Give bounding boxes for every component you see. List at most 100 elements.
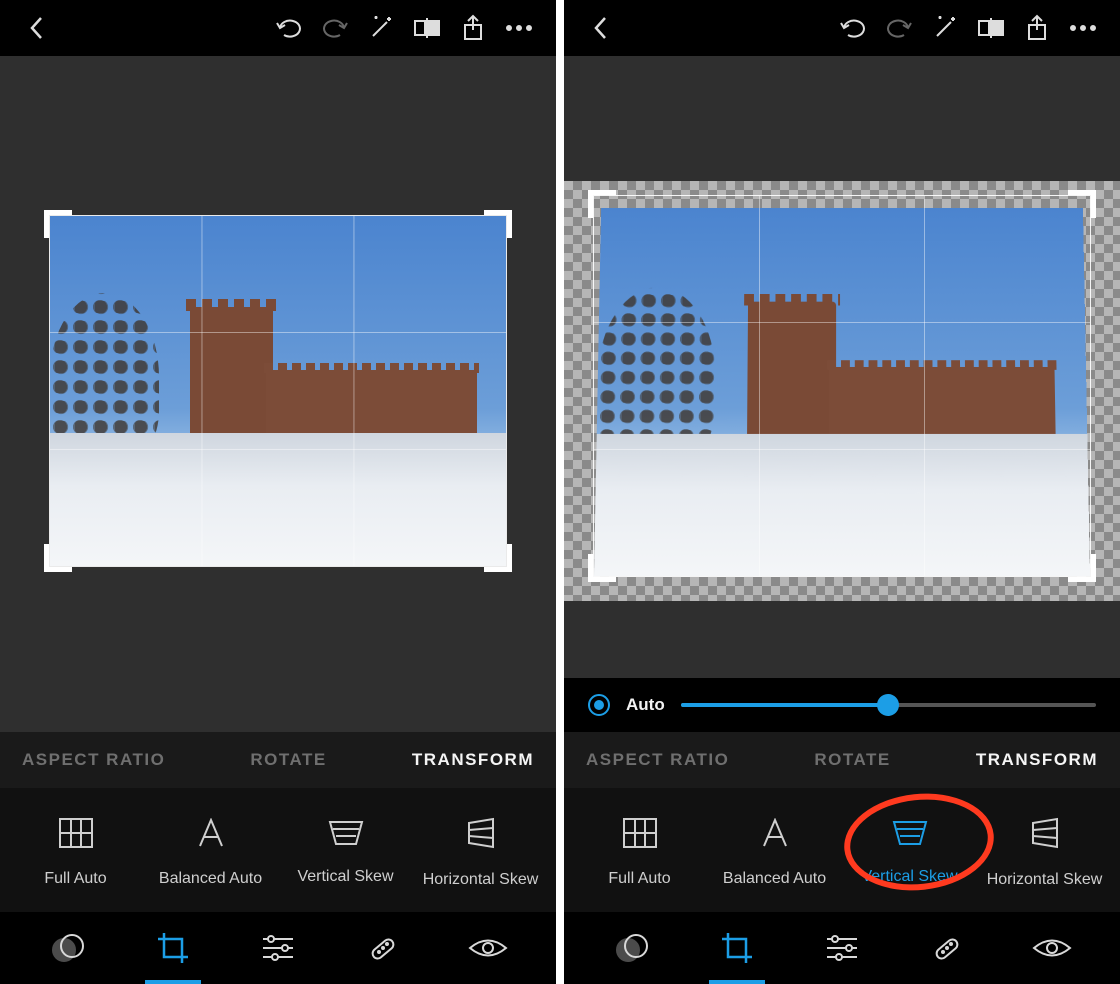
- looks-icon: [615, 933, 649, 963]
- chevron-left-icon: [27, 14, 47, 42]
- option-label: Horizontal Skew: [987, 871, 1103, 889]
- option-label: Full Auto: [44, 870, 106, 888]
- mode-tab-rotate[interactable]: ROTATE: [250, 750, 326, 770]
- redo-button[interactable]: [312, 8, 358, 48]
- undo-button[interactable]: [266, 8, 312, 48]
- chevron-left-icon: [591, 14, 611, 42]
- crop-frame[interactable]: [50, 216, 506, 566]
- option-horizontal-skew[interactable]: Horizontal Skew: [977, 817, 1112, 889]
- back-button[interactable]: [14, 8, 60, 48]
- mode-tab-transform[interactable]: TRANSFORM: [976, 750, 1098, 770]
- grid-icon: [623, 818, 657, 848]
- option-label: Balanced Auto: [159, 870, 262, 888]
- redo-icon: [884, 16, 914, 40]
- canvas-area[interactable]: [564, 56, 1120, 678]
- crop-handle-bottom-left[interactable]: [44, 544, 72, 572]
- horizontal-skew-icon: [467, 817, 495, 849]
- bottom-nav: [564, 912, 1120, 984]
- redo-button[interactable]: [876, 8, 922, 48]
- option-label: Full Auto: [608, 870, 670, 888]
- option-label: Vertical Skew: [861, 868, 957, 886]
- more-button[interactable]: [1060, 8, 1106, 48]
- auto-enhance-button[interactable]: [922, 8, 968, 48]
- nav-looks[interactable]: [36, 920, 100, 976]
- mode-tab-rotate[interactable]: ROTATE: [814, 750, 890, 770]
- top-toolbar: [0, 0, 556, 56]
- auto-enhance-button[interactable]: [358, 8, 404, 48]
- letter-a-icon: [760, 818, 790, 848]
- nav-crop[interactable]: [705, 920, 769, 976]
- slider-label: Auto: [626, 695, 665, 715]
- mode-tab-aspect-ratio[interactable]: ASPECT RATIO: [22, 750, 165, 770]
- crop-handle-top-left[interactable]: [588, 190, 616, 218]
- slider-fill: [681, 703, 889, 707]
- horizontal-skew-icon: [1031, 817, 1059, 849]
- letter-a-icon: [196, 818, 226, 848]
- share-icon: [461, 14, 485, 42]
- photo-preview: [594, 208, 1090, 576]
- nav-heal[interactable]: [351, 920, 415, 976]
- heal-icon: [931, 932, 963, 964]
- crop-handle-top-right[interactable]: [1068, 190, 1096, 218]
- undo-icon: [838, 16, 868, 40]
- nav-adjust[interactable]: [810, 920, 874, 976]
- share-icon: [1025, 14, 1049, 42]
- compare-button[interactable]: [404, 8, 450, 48]
- option-balanced-auto[interactable]: Balanced Auto: [707, 818, 842, 888]
- mode-tabs: ASPECT RATIO ROTATE TRANSFORM: [564, 732, 1120, 788]
- crop-handle-top-right[interactable]: [484, 210, 512, 238]
- sliders-icon: [825, 934, 859, 962]
- auto-radio[interactable]: [588, 694, 610, 716]
- option-vertical-skew[interactable]: Vertical Skew: [278, 820, 413, 886]
- more-button[interactable]: [496, 8, 542, 48]
- option-balanced-auto[interactable]: Balanced Auto: [143, 818, 278, 888]
- eye-icon: [468, 935, 508, 961]
- mode-tab-aspect-ratio[interactable]: ASPECT RATIO: [586, 750, 729, 770]
- magic-wand-icon: [367, 14, 395, 42]
- transform-options: Full Auto Balanced Auto Vertical Skew Ho…: [0, 788, 556, 912]
- redo-icon: [320, 16, 350, 40]
- more-icon: [505, 24, 533, 32]
- option-horizontal-skew[interactable]: Horizontal Skew: [413, 817, 548, 889]
- nav-heal[interactable]: [915, 920, 979, 976]
- share-button[interactable]: [1014, 8, 1060, 48]
- nav-redeye[interactable]: [456, 920, 520, 976]
- mode-tab-transform[interactable]: TRANSFORM: [412, 750, 534, 770]
- photo-preview: [50, 216, 506, 566]
- slider-thumb[interactable]: [877, 694, 899, 716]
- sliders-icon: [261, 934, 295, 962]
- mode-tabs: ASPECT RATIO ROTATE TRANSFORM: [0, 732, 556, 788]
- undo-button[interactable]: [830, 8, 876, 48]
- nav-redeye[interactable]: [1020, 920, 1084, 976]
- magic-wand-icon: [931, 14, 959, 42]
- share-button[interactable]: [450, 8, 496, 48]
- editor-pane-before: ASPECT RATIO ROTATE TRANSFORM Full Auto …: [0, 0, 556, 984]
- compare-icon: [976, 16, 1006, 40]
- eye-icon: [1032, 935, 1072, 961]
- crop-icon: [156, 931, 190, 965]
- option-full-auto[interactable]: Full Auto: [8, 818, 143, 888]
- canvas-area[interactable]: [0, 56, 556, 732]
- crop-frame[interactable]: [594, 196, 1090, 576]
- skew-slider[interactable]: [681, 693, 1096, 717]
- option-full-auto[interactable]: Full Auto: [572, 818, 707, 888]
- vertical-skew-icon: [328, 820, 364, 846]
- crop-handle-bottom-left[interactable]: [588, 554, 616, 582]
- nav-looks[interactable]: [600, 920, 664, 976]
- grid-icon: [59, 818, 93, 848]
- back-button[interactable]: [578, 8, 624, 48]
- option-vertical-skew[interactable]: Vertical Skew: [842, 820, 977, 886]
- crop-handle-top-left[interactable]: [44, 210, 72, 238]
- vertical-skew-icon: [892, 820, 928, 846]
- top-toolbar: [564, 0, 1120, 56]
- looks-icon: [51, 933, 85, 963]
- crop-handle-bottom-right[interactable]: [484, 544, 512, 572]
- heal-icon: [367, 932, 399, 964]
- nav-crop[interactable]: [141, 920, 205, 976]
- compare-button[interactable]: [968, 8, 1014, 48]
- crop-icon: [720, 931, 754, 965]
- adjust-slider-row: Auto: [564, 678, 1120, 732]
- editor-pane-after: Auto ASPECT RATIO ROTATE TRANSFORM Full …: [564, 0, 1120, 984]
- crop-handle-bottom-right[interactable]: [1068, 554, 1096, 582]
- nav-adjust[interactable]: [246, 920, 310, 976]
